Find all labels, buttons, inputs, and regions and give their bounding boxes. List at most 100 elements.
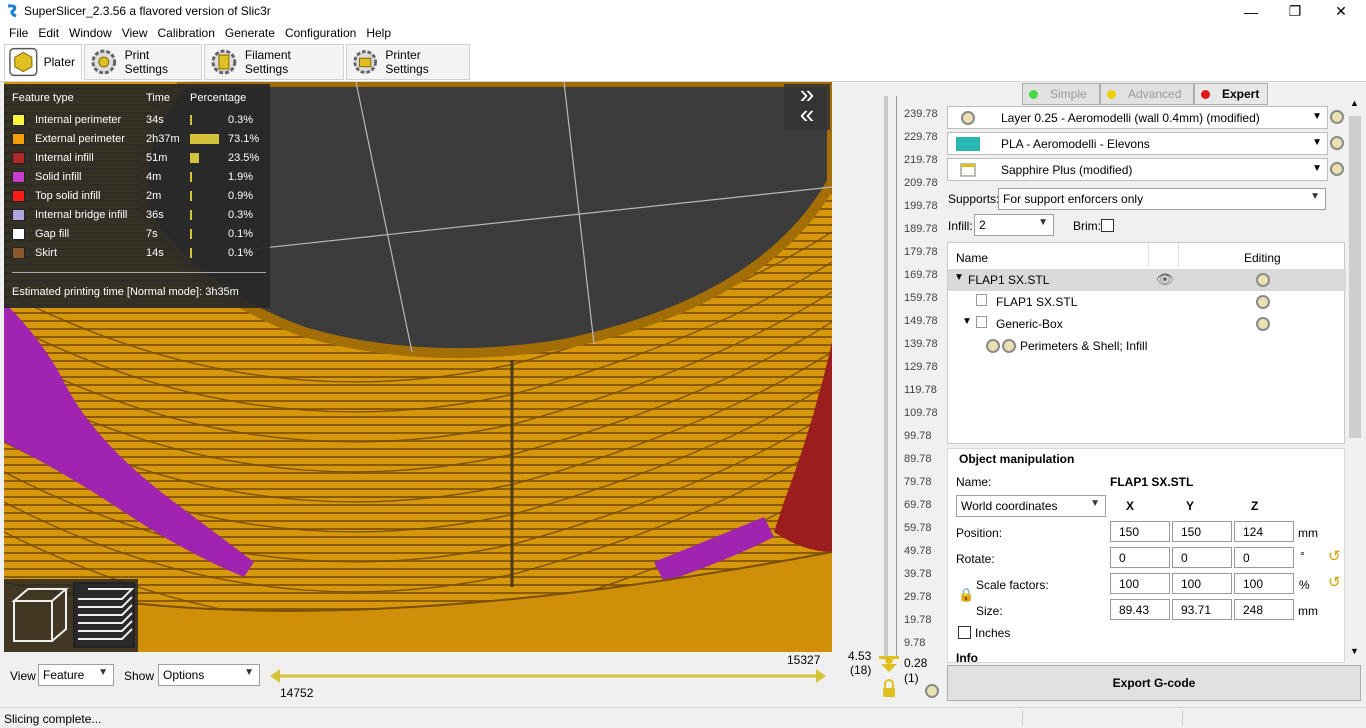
layer-height-tick: 119.78	[904, 384, 937, 396]
filament-preset-gear-icon[interactable]	[1330, 136, 1344, 150]
mode-expert-button[interactable]: Expert	[1194, 83, 1268, 105]
rotate-z-field[interactable]: 0	[1234, 547, 1294, 568]
layers-view-icon[interactable]	[73, 582, 135, 648]
rotate-y-field[interactable]: 0	[1172, 547, 1232, 568]
legend-percentage-bar	[190, 172, 192, 182]
modifier-row-generic-box[interactable]: ▼ Generic-Box	[948, 313, 1346, 335]
export-gcode-button[interactable]: Export G-code	[947, 665, 1361, 701]
menu-generate[interactable]: Generate	[220, 26, 280, 40]
menu-help[interactable]: Help	[361, 26, 396, 40]
scale-x-field[interactable]: 100	[1110, 573, 1170, 594]
layer-height-tick: 19.78	[904, 614, 932, 626]
legend-separator	[12, 272, 266, 273]
layer-height-tick: 189.78	[904, 223, 938, 235]
scrollbar-thumb[interactable]	[1349, 116, 1361, 438]
maximize-button[interactable]: ❐	[1272, 0, 1318, 23]
legend-color-swatch	[12, 171, 25, 183]
coordinates-select[interactable]: World coordinates ▼	[956, 495, 1106, 517]
view-type-select[interactable]: Feature ▼	[38, 664, 114, 686]
layer-height-tick: 69.78	[904, 499, 932, 511]
collapse-sidebar-button[interactable]: » «	[784, 81, 830, 130]
chevron-down-icon[interactable]: ▼	[954, 272, 964, 283]
edit-settings-icon[interactable]	[1256, 273, 1270, 287]
menu-edit[interactable]: Edit	[33, 26, 64, 40]
layer-height-tick: 49.78	[904, 545, 932, 557]
menu-calibration[interactable]: Calibration	[153, 26, 220, 40]
horizontal-slider-end-value: 15327	[787, 653, 821, 667]
chevron-down-icon: ▼	[244, 667, 254, 678]
lower-thumb-value: 4.53	[848, 649, 872, 663]
3d-view-icon[interactable]	[11, 588, 69, 642]
menu-configuration[interactable]: Configuration	[280, 26, 361, 40]
scale-z-field[interactable]: 100	[1234, 573, 1294, 594]
title-bar: SuperSlicer_2.3.56 a flavored version of…	[0, 0, 1366, 23]
scroll-up-icon[interactable]: ▲	[1350, 98, 1359, 108]
size-x-field[interactable]: 89.43	[1110, 599, 1170, 620]
preview-bottom-bar: View Feature ▼ Show Options ▼ 15327 14752	[0, 652, 942, 707]
tab-plater[interactable]: Plater	[4, 44, 82, 80]
supports-label: Supports:	[948, 192, 1000, 206]
mode-simple-button[interactable]: Simple	[1022, 83, 1100, 105]
legend-header-feature: Feature type	[12, 92, 74, 104]
mode-advanced-button[interactable]: Advanced	[1100, 83, 1194, 105]
menu-file[interactable]: File	[4, 26, 33, 40]
scale-y-field[interactable]: 100	[1172, 573, 1232, 594]
status-bar: Slicing complete...	[0, 707, 1366, 728]
brim-checkbox[interactable]	[1101, 219, 1114, 232]
show-options-select[interactable]: Options ▼	[158, 664, 260, 686]
edit-settings-icon[interactable]	[1256, 317, 1270, 331]
filament-preset-select[interactable]: PLA - Aeromodelli - Elevons ▼	[947, 132, 1328, 155]
settings-row-perimeters-infill[interactable]: Perimeters & Shell; Infill	[948, 335, 1346, 357]
edit-settings-icon[interactable]	[1256, 295, 1270, 309]
rotate-x-field[interactable]: 0	[1110, 547, 1170, 568]
reset-scale-icon[interactable]: ↺	[1328, 573, 1341, 591]
tab-print-settings[interactable]: Print Settings	[84, 44, 202, 80]
view-toggle-panel	[4, 579, 138, 652]
print-preset-select[interactable]: Layer 0.25 - Aeromodelli (wall 0.4mm) (m…	[947, 106, 1328, 129]
layer-slider-panel: 239.78 229.78 219.78 209.78 199.78 189.78 179.…	[842, 82, 942, 707]
position-z-field[interactable]: 124	[1234, 521, 1294, 542]
menu-view[interactable]: View	[117, 26, 153, 40]
close-button[interactable]: ✕	[1318, 0, 1364, 23]
size-y-field[interactable]: 93.71	[1172, 599, 1232, 620]
printer-icon	[960, 163, 976, 177]
layer-slider-track[interactable]	[884, 96, 888, 656]
legend-time: 51m	[146, 152, 168, 164]
print-preset-gear-icon[interactable]	[1330, 110, 1344, 124]
legend-time: 34s	[146, 114, 164, 126]
layer-settings-gear-icon[interactable]	[925, 684, 939, 698]
position-unit: mm	[1298, 526, 1318, 540]
legend-feature-name: Skirt	[35, 247, 57, 259]
inches-checkbox[interactable]	[958, 626, 971, 639]
tab-printer-settings[interactable]: Printer Settings	[346, 44, 470, 80]
layer-slider-thumbs[interactable]	[877, 652, 901, 700]
scroll-down-icon[interactable]: ▼	[1350, 646, 1359, 656]
legend-row: Solid infill 4m 1.9%	[4, 168, 270, 187]
legend-time: 36s	[146, 209, 164, 221]
position-y-field[interactable]: 150	[1172, 521, 1232, 542]
eye-icon[interactable]: 👁	[1156, 271, 1174, 288]
size-z-field[interactable]: 248	[1234, 599, 1294, 620]
slider-end-thumb	[816, 669, 826, 683]
filament-color-swatch[interactable]	[956, 137, 980, 151]
printer-preset-gear-icon[interactable]	[1330, 162, 1344, 176]
reset-rotation-icon[interactable]: ↺	[1328, 547, 1341, 565]
layer-height-tick: 29.78	[904, 591, 932, 603]
size-label: Size:	[976, 604, 1003, 618]
menu-window[interactable]: Window	[64, 26, 117, 40]
legend-percentage: 23.5%	[228, 152, 260, 164]
supports-select[interactable]: For support enforcers only ▼	[998, 188, 1326, 210]
horizontal-move-slider[interactable]	[270, 666, 830, 686]
object-name-value: FLAP1 SX.STL	[1110, 475, 1194, 489]
lock-icon[interactable]: 🔒	[958, 587, 974, 603]
minimize-button[interactable]: —	[1228, 0, 1274, 23]
layer-height-tick: 149.78	[904, 315, 938, 327]
layer-height-tick: 139.78	[904, 338, 938, 350]
chevron-down-icon[interactable]: ▼	[962, 316, 972, 327]
position-x-field[interactable]: 150	[1110, 521, 1170, 542]
infill-select[interactable]: 2 ▼	[974, 214, 1054, 236]
printer-preset-select[interactable]: Sapphire Plus (modified) ▼	[947, 158, 1328, 181]
object-row-flap1[interactable]: ▼ FLAP1 SX.STL 👁	[948, 269, 1346, 291]
tab-filament-settings[interactable]: Filament Settings	[204, 44, 344, 80]
volume-row-flap1[interactable]: FLAP1 SX.STL	[948, 291, 1346, 313]
